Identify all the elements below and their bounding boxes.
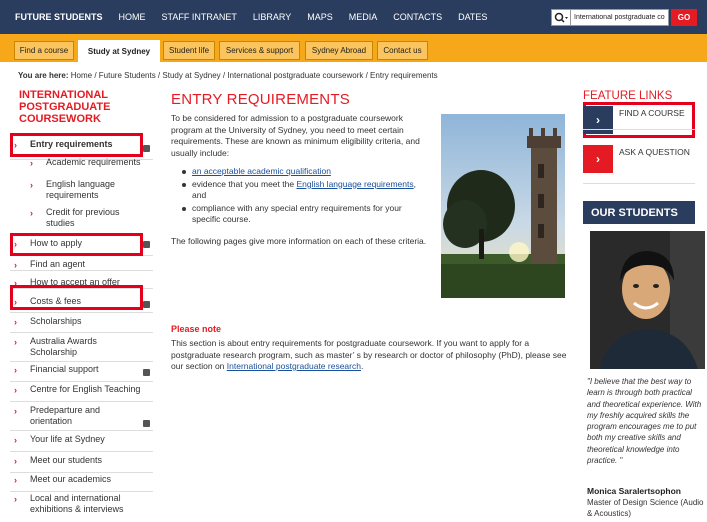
sidebar-item-predeparture[interactable]: › Predeparture and orientation bbox=[10, 405, 153, 431]
chevron-right-icon: › bbox=[14, 456, 17, 466]
nav-contacts[interactable]: CONTACTS bbox=[385, 12, 450, 22]
expand-toggle-icon[interactable] bbox=[143, 241, 150, 248]
chevron-right-icon: › bbox=[583, 145, 613, 173]
feature-links-title: FEATURE LINKS bbox=[583, 90, 673, 102]
nav-future-students[interactable]: FUTURE STUDENTS bbox=[0, 12, 111, 22]
note-title: Please note bbox=[171, 324, 222, 334]
nav-maps[interactable]: MAPS bbox=[299, 12, 341, 22]
sidebar-item-scholarships[interactable]: › Scholarships bbox=[10, 316, 153, 333]
sidebar-item-life-at-sydney[interactable]: › Your life at Sydney bbox=[10, 434, 153, 452]
outro-paragraph: The following pages give more informatio… bbox=[171, 236, 427, 246]
divider bbox=[583, 183, 695, 184]
sidebar-item-label: English language requirements bbox=[46, 179, 116, 200]
search-input[interactable] bbox=[571, 9, 669, 26]
sidebar-item-english-teaching[interactable]: › Centre for English Teaching bbox=[10, 384, 153, 402]
nav-media[interactable]: MEDIA bbox=[341, 12, 386, 22]
expand-toggle-icon[interactable] bbox=[143, 369, 150, 376]
sidebar-title: INTERNATIONAL POSTGRADUATE COURSEWORK bbox=[19, 89, 111, 125]
chevron-right-icon: › bbox=[14, 435, 17, 445]
list-item: evidence that you meet the English langu… bbox=[180, 179, 432, 202]
highlight-box bbox=[10, 285, 143, 310]
list-item-text: compliance with any special entry requir… bbox=[192, 202, 402, 225]
tab-student-life[interactable]: Student life bbox=[163, 41, 215, 60]
sidebar-subitem-academic[interactable]: › Academic requirements bbox=[30, 157, 153, 169]
breadcrumb-prefix: You are here: bbox=[18, 71, 69, 80]
sidebar-item-label: Financial support bbox=[30, 364, 99, 374]
ask-a-question-link[interactable]: › ASK A QUESTION bbox=[583, 145, 695, 173]
search-go-button[interactable]: GO bbox=[671, 9, 697, 26]
divider bbox=[583, 129, 695, 130]
nav-dates[interactable]: DATES bbox=[450, 12, 495, 22]
search-bar: GO bbox=[551, 9, 697, 26]
sidebar-item-find-agent[interactable]: › Find an agent bbox=[10, 259, 153, 271]
english-requirements-link[interactable]: English language requirements bbox=[296, 179, 413, 189]
expand-toggle-icon[interactable] bbox=[143, 301, 150, 308]
feature-link-label: FIND A COURSE bbox=[619, 108, 685, 118]
postgrad-research-link[interactable]: International postgraduate research bbox=[227, 361, 361, 371]
chevron-right-icon: › bbox=[14, 317, 17, 327]
sidebar-item-australia-awards[interactable]: › Australia Awards Scholarship bbox=[10, 336, 153, 362]
list-item: compliance with any special entry requir… bbox=[180, 203, 432, 226]
tab-find-a-course[interactable]: Find a course bbox=[14, 41, 74, 60]
note-text: . bbox=[360, 361, 364, 371]
student-degree: Master of Design Science (Audio & Acoust… bbox=[587, 498, 704, 518]
chevron-right-icon: › bbox=[14, 494, 17, 504]
chevron-right-icon: › bbox=[30, 180, 33, 190]
tab-study-at-sydney[interactable]: Study at Sydney bbox=[78, 40, 160, 62]
sidebar-item-label: Predeparture and orientation bbox=[30, 405, 101, 426]
campus-photo bbox=[441, 114, 565, 298]
sidebar-item-financial-support[interactable]: › Financial support bbox=[10, 364, 153, 382]
sidebar-item-label: Credit for previous studies bbox=[46, 207, 120, 228]
sidebar-item-label: Academic requirements bbox=[46, 157, 141, 167]
intro-paragraph: To be considered for admission to a post… bbox=[171, 113, 420, 158]
nav-home[interactable]: HOME bbox=[111, 12, 154, 22]
sidebar-item-meet-students[interactable]: › Meet our students bbox=[10, 455, 153, 473]
sidebar-subitem-english[interactable]: › English language requirements bbox=[30, 179, 153, 203]
expand-toggle-icon[interactable] bbox=[143, 420, 150, 427]
student-photo bbox=[590, 231, 705, 369]
breadcrumb: You are here: Home / Future Students / S… bbox=[18, 71, 438, 80]
student-name: Monica Saralertsophon bbox=[587, 486, 681, 496]
list-item: an acceptable academic qualification bbox=[180, 166, 432, 178]
sidebar-item-meet-academics[interactable]: › Meet our academics bbox=[10, 474, 153, 492]
tab-services-support[interactable]: Services & support bbox=[219, 41, 300, 60]
sidebar-item-label: Local and international exhibitions & in… bbox=[30, 493, 124, 514]
chevron-right-icon: › bbox=[14, 385, 17, 395]
student-quote: "I believe that the best way to learn is… bbox=[587, 377, 702, 466]
nav-staff-intranet[interactable]: STAFF INTRANET bbox=[154, 12, 245, 22]
sidebar-item-label: Your life at Sydney bbox=[30, 434, 105, 444]
sidebar-item-label: Scholarships bbox=[30, 316, 82, 326]
chevron-right-icon: › bbox=[14, 475, 17, 485]
feature-link-label: ASK A QUESTION bbox=[619, 147, 690, 157]
chevron-right-icon: › bbox=[14, 260, 17, 270]
nav-library[interactable]: LIBRARY bbox=[245, 12, 299, 22]
highlight-box bbox=[10, 133, 143, 157]
note-paragraph: This section is about entry requirements… bbox=[171, 338, 573, 373]
breadcrumb-path[interactable]: Home / Future Students / Study at Sydney… bbox=[71, 71, 438, 80]
sidebar-item-label: Meet our academics bbox=[30, 474, 112, 484]
list-item-text: evidence that you meet the bbox=[192, 178, 297, 189]
page-title: ENTRY REQUIREMENTS bbox=[171, 91, 350, 108]
our-students-heading: OUR STUDENTS bbox=[583, 201, 695, 224]
sidebar-item-exhibitions[interactable]: › Local and international exhibitions & … bbox=[10, 493, 153, 519]
chevron-right-icon: › bbox=[14, 365, 17, 375]
sidebar-item-label: Australia Awards Scholarship bbox=[30, 336, 97, 357]
sidebar-item-label: Find an agent bbox=[30, 259, 86, 269]
highlight-box bbox=[10, 233, 143, 256]
requirements-list: an acceptable academic qualification evi… bbox=[180, 166, 432, 227]
chevron-right-icon: › bbox=[30, 158, 33, 168]
chevron-right-icon: › bbox=[14, 406, 17, 416]
search-icon[interactable] bbox=[551, 9, 571, 26]
tab-sydney-abroad[interactable]: Sydney Abroad bbox=[305, 41, 373, 60]
chevron-right-icon: › bbox=[14, 337, 17, 347]
tab-contact-us[interactable]: Contact us bbox=[377, 41, 428, 60]
chevron-right-icon: › bbox=[30, 208, 33, 218]
sidebar-item-label: Meet our students bbox=[30, 455, 103, 465]
academic-qualification-link[interactable]: an acceptable academic qualification bbox=[192, 166, 331, 176]
sidebar-subitem-credit[interactable]: › Credit for previous studies bbox=[30, 207, 153, 231]
sidebar-item-label: Centre for English Teaching bbox=[30, 384, 141, 394]
expand-toggle-icon[interactable] bbox=[143, 145, 150, 152]
